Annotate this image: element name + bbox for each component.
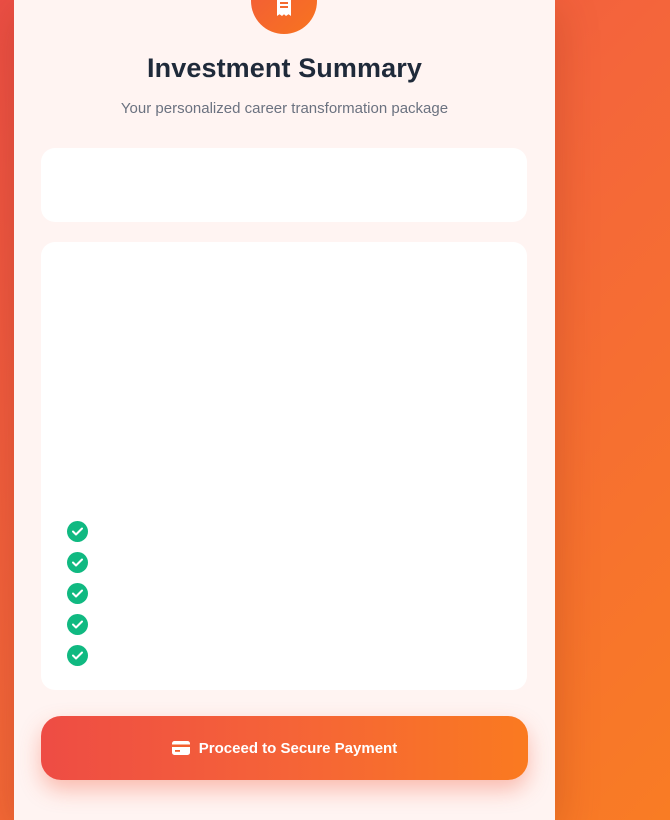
check-circle-icon	[67, 521, 88, 542]
page-subtitle: Your personalized career transformation …	[120, 100, 449, 117]
investment-summary-card: Investment Summary Your personalized car…	[14, 0, 555, 820]
check-circle-icon	[67, 552, 88, 573]
feature-item	[67, 640, 102, 671]
check-circle-icon	[67, 645, 88, 666]
feature-item	[67, 516, 102, 547]
feature-item	[67, 609, 102, 640]
credit-card-icon	[171, 741, 190, 755]
proceed-to-payment-label: Proceed to Secure Payment	[198, 739, 398, 757]
check-circle-icon	[67, 583, 88, 604]
feature-list	[67, 516, 102, 671]
proceed-to-payment-button[interactable]: Proceed to Secure Payment	[41, 716, 528, 780]
package-details-panel	[41, 242, 527, 690]
page-title: Investment Summary	[147, 53, 422, 83]
feature-item	[67, 547, 102, 578]
receipt-icon	[251, 0, 317, 34]
check-circle-icon	[67, 614, 88, 635]
feature-item	[67, 578, 102, 609]
summary-overview-panel	[41, 148, 527, 222]
